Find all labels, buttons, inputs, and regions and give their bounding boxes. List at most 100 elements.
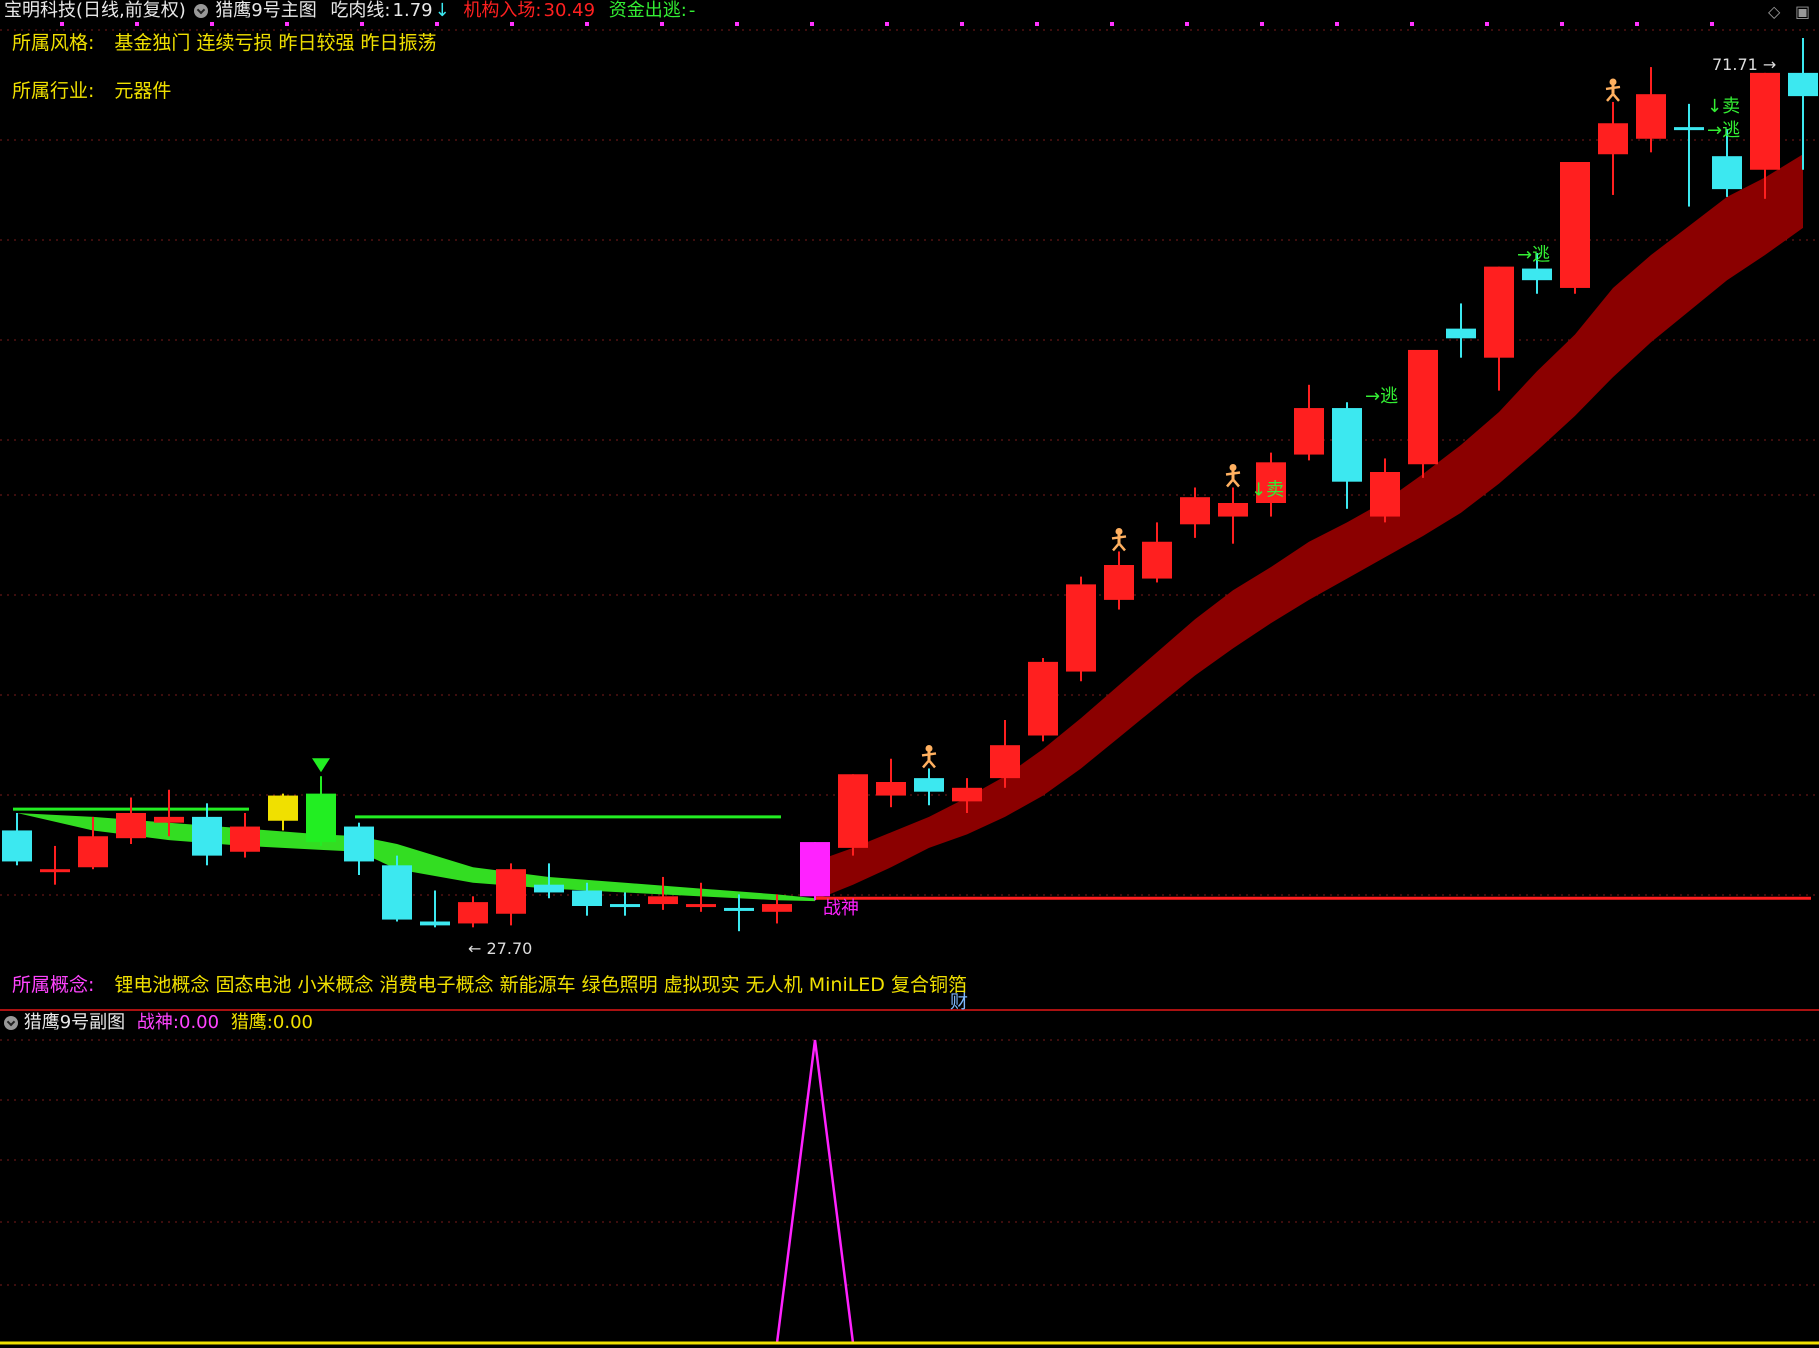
signal-label: →逃 [1517,245,1550,266]
top-dot [1410,22,1414,26]
low-price-label: ← 27.70 [468,939,532,958]
candle-body [1674,127,1704,131]
top-dot [1035,22,1039,26]
runner-icon [1111,527,1127,552]
top-dot [810,22,814,26]
top-dot [735,22,739,26]
candle-body [1484,266,1514,358]
style-label: 所属风格: [12,32,95,54]
industry-label: 所属行业: [12,80,95,102]
candle-body [1788,72,1818,97]
line1-label: 吃肉线: [330,0,391,21]
candlestick-chart[interactable]: ↓卖 →逃 →逃 ↓卖 →逃战神 71.71 → ← 27.70 [0,0,1819,1348]
top-dot [960,22,964,26]
top-dot [1560,22,1564,26]
candle-body [990,745,1020,779]
sub-l1-label: 战神: [136,1012,179,1033]
top-dot [285,22,289,26]
top-dot [1260,22,1264,26]
candle-body [1446,328,1476,339]
top-dot [585,22,589,26]
candle-body [458,902,488,924]
concept-row: 所属概念: 锂电池概念 固态电池 小米概念 消费电子概念 新能源车 绿色照明 虚拟… [12,970,967,997]
top-dot [660,22,664,26]
candle-body [1408,349,1438,465]
candle-body [1750,72,1780,170]
candle-body [610,904,640,908]
candle-body [914,778,944,792]
finance-badge[interactable]: 财 [950,988,968,1014]
sub-l2-value: 0.00 [272,1012,313,1033]
industry-value: 元器件 [114,80,172,102]
candle-body [1104,565,1134,600]
line2-value: 30.49 [543,0,596,21]
sub-indicator-menu-icon[interactable] [4,1016,18,1030]
chart-header: 宝明科技(日线,前复权) 猎鹰9号主图 吃肉线: 1.79 ↓ 机构入场: 30.49… [4,0,697,22]
candle-body [1066,584,1096,672]
candle-body [1560,162,1590,288]
line1-value: 1.79 [392,0,433,21]
candle-body [40,869,70,873]
line3-value: - [688,0,696,21]
candle-body [876,782,906,796]
diamond-icon[interactable]: ◇ [1768,2,1780,21]
runner-icon [1605,78,1621,102]
candle-body [1332,408,1362,482]
top-dot [510,22,514,26]
zhanshen-line [775,1039,855,1344]
candle-body [1370,472,1400,517]
top-dot [1185,22,1189,26]
top-dot [1335,22,1339,26]
sub-l2-label: 猎鹰: [230,1012,273,1033]
candle-body [648,896,678,905]
candle-body [1180,497,1210,525]
stock-title[interactable]: 宝明科技(日线,前复权) [4,0,186,21]
signal-label: →逃 [1365,386,1398,407]
candle-body [1028,661,1058,736]
candle-body [116,813,146,839]
top-dot [210,22,214,26]
industry-row: 所属行业: 元器件 [12,76,171,103]
indicator-menu-icon[interactable] [193,4,208,18]
candle-body [762,904,792,912]
candle-body [154,816,184,823]
candle-body [1218,503,1248,517]
chart-stage: ↓卖 →逃 →逃 ↓卖 →逃 战神 71.71 → ← 27.70 [0,0,1819,1348]
candle-body [192,816,222,856]
candle-body [306,793,336,843]
candle-body [800,842,830,897]
top-dot [885,22,889,26]
down-arrow-icon: ↓ [434,0,450,21]
style-value: 基金独门 连续亏损 昨日较强 昨日振荡 [114,32,437,54]
candle-body [78,836,108,868]
sub-indicator-name[interactable]: 猎鹰9号副图 [24,1012,125,1033]
top-dot [1110,22,1114,26]
top-dot [60,22,64,26]
sub-l1-value: 0.00 [179,1012,220,1033]
candle-body [838,774,868,848]
top-dot [1635,22,1639,26]
candle-body [1712,156,1742,190]
runner-icon [1225,464,1241,488]
candle-body [1598,123,1628,155]
candle-body [420,921,450,926]
signal-label: ↓卖 [1251,480,1284,501]
candle-body [686,904,716,908]
line2-label: 机构入场: [463,0,542,21]
signal-label: ↓卖 [1707,96,1740,117]
candle-body [2,830,32,862]
candle-body [952,787,982,802]
top-dot [360,22,364,26]
candle-body [1636,94,1666,139]
top-dot [1485,22,1489,26]
sub-chart-header: 猎鹰9号副图 战神:0.00 猎鹰:0.00 [4,1012,313,1034]
candle-body [572,890,602,906]
concept-value: 锂电池概念 固态电池 小米概念 消费电子概念 新能源车 绿色照明 虚拟现实 无人… [114,974,967,996]
window-icon[interactable]: ▣ [1795,2,1810,21]
signal-label: 战神 [823,898,859,919]
candle-body [1294,408,1324,455]
candle-body [1142,541,1172,579]
buy-triangle-icon [312,758,330,773]
indicator-name[interactable]: 猎鹰9号主图 [215,0,316,21]
top-dot [1710,22,1714,26]
